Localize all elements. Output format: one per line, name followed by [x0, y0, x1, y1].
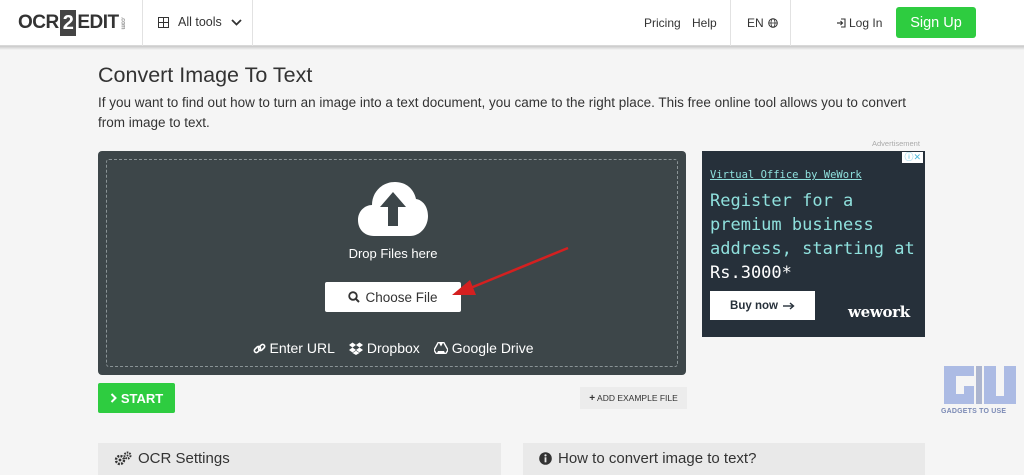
- gears-icon: [114, 451, 132, 466]
- login-label: Log In: [849, 16, 883, 30]
- dropbox-link[interactable]: Dropbox: [348, 340, 420, 356]
- arrow-right-icon: [782, 301, 795, 310]
- google-drive-icon: [433, 342, 448, 354]
- enter-url-link[interactable]: Enter URL: [253, 340, 335, 356]
- dropzone-dashed-border: Drop Files here Choose File Enter URL Dr…: [106, 159, 678, 367]
- chevron-right-icon: [110, 393, 117, 403]
- ocr-settings-label: OCR Settings: [138, 450, 230, 467]
- dropbox-label: Dropbox: [366, 340, 420, 356]
- logo-edit-text: EDIT: [77, 12, 119, 33]
- header-divider: [252, 0, 253, 46]
- ocr-settings-panel[interactable]: OCR Settings: [98, 443, 501, 475]
- chevron-down-icon: [231, 18, 242, 26]
- plus-icon: +: [589, 392, 596, 404]
- info-circle-icon: [539, 452, 552, 465]
- upload-sources: Enter URL Dropbox Google Drive: [107, 340, 679, 356]
- logo-ocr-text: OCR: [18, 12, 59, 33]
- choose-file-label: Choose File: [365, 289, 438, 305]
- advertisement-banner[interactable]: ⓘ✕ Virtual Office by WeWork Register for…: [702, 151, 925, 337]
- ocr-settings-header: OCR Settings: [114, 450, 230, 467]
- add-example-file-button[interactable]: + ADD EXAMPLE FILE: [580, 387, 687, 409]
- watermark-text: GADGETS TO USE: [941, 408, 1007, 415]
- sign-in-icon: [837, 18, 846, 28]
- globe-icon: [767, 18, 778, 28]
- ad-choices-icon[interactable]: ⓘ✕: [902, 152, 923, 163]
- help-link[interactable]: Help: [692, 16, 717, 30]
- dropbox-icon: [348, 342, 363, 355]
- wework-logo: wework: [848, 303, 910, 321]
- all-tools-label: All tools: [178, 15, 222, 29]
- cloud-upload-icon: [358, 182, 428, 236]
- all-tools-dropdown[interactable]: All tools: [158, 15, 242, 29]
- login-link[interactable]: Log In: [836, 16, 882, 30]
- ad-brand-link[interactable]: Virtual Office by WeWork: [710, 169, 862, 181]
- ad-buy-now-label: Buy now: [730, 299, 778, 312]
- link-icon: [253, 343, 265, 353]
- how-to-header: How to convert image to text?: [539, 450, 756, 467]
- language-label: EN: [747, 16, 764, 30]
- logo-two-badge: 2: [59, 10, 77, 36]
- advertisement-label: Advertisement: [872, 139, 920, 148]
- google-drive-link[interactable]: Google Drive: [433, 340, 534, 356]
- upload-dropzone[interactable]: Drop Files here Choose File Enter URL Dr…: [98, 151, 686, 375]
- header-divider: [730, 0, 731, 46]
- start-label: START: [120, 390, 164, 406]
- ad-headline: Register for a premium business address,…: [710, 189, 920, 285]
- google-drive-label: Google Drive: [451, 340, 534, 356]
- ad-headline-text: Register for a premium business address,…: [710, 191, 915, 259]
- ad-buy-now-button[interactable]: Buy now: [710, 291, 815, 320]
- language-selector[interactable]: EN: [747, 16, 778, 30]
- drop-files-text: Drop Files here: [348, 246, 438, 261]
- how-to-panel[interactable]: How to convert image to text?: [523, 443, 925, 475]
- header-divider: [790, 0, 791, 46]
- add-example-label: ADD EXAMPLE FILE: [597, 393, 678, 403]
- site-header: OCR 2 EDIT .com All tools Pricing Help E…: [0, 0, 1024, 46]
- site-logo[interactable]: OCR 2 EDIT .com: [18, 10, 126, 36]
- start-button[interactable]: START: [98, 383, 175, 413]
- header-shadow: [0, 46, 1024, 50]
- grid-icon: [158, 16, 169, 28]
- annotation-arrow: [452, 246, 569, 295]
- page-title: Convert Image To Text: [98, 63, 313, 87]
- pricing-link[interactable]: Pricing: [644, 16, 681, 30]
- how-to-label: How to convert image to text?: [558, 450, 757, 467]
- header-divider: [142, 0, 143, 46]
- ad-price: Rs.3000*: [710, 263, 792, 283]
- logo-com-text: .com: [119, 16, 126, 29]
- search-icon: [348, 291, 361, 303]
- signup-button[interactable]: Sign Up: [896, 7, 976, 38]
- page-description: If you want to find out how to turn an i…: [98, 95, 906, 130]
- enter-url-label: Enter URL: [269, 340, 335, 356]
